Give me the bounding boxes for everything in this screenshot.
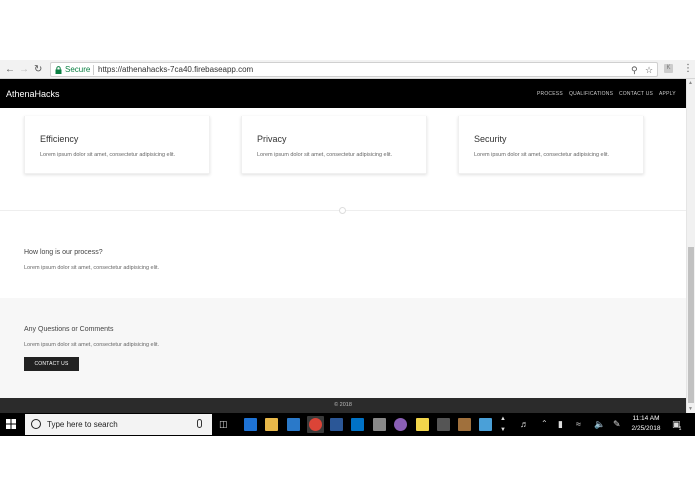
bookmark-star-icon[interactable]: ☆ bbox=[645, 64, 653, 76]
secure-label: Secure bbox=[65, 65, 91, 74]
lock-icon bbox=[55, 66, 62, 74]
cortana-icon bbox=[31, 419, 41, 429]
card-title: Privacy bbox=[257, 134, 287, 144]
card-title: Security bbox=[474, 134, 507, 144]
nav-qualifications[interactable]: QUALIFICATIONS bbox=[569, 91, 613, 98]
sticky-notes-icon[interactable] bbox=[416, 418, 429, 431]
feature-card-security: Security Lorem ipsum dolor sit amet, con… bbox=[458, 116, 644, 174]
word-icon[interactable] bbox=[330, 418, 343, 431]
windows-start-icon[interactable] bbox=[6, 419, 16, 429]
card-title: Efficiency bbox=[40, 134, 79, 144]
pen-icon[interactable]: ✎ bbox=[613, 418, 621, 430]
network-icon[interactable]: ≈ bbox=[576, 418, 581, 430]
forward-icon[interactable]: → bbox=[19, 63, 29, 76]
scroll-down-icon[interactable]: ▼ bbox=[688, 406, 693, 412]
site-navbar: AthenaHacks PROCESS QUALIFICATIONS CONTA… bbox=[0, 79, 686, 108]
window-app-icon[interactable] bbox=[437, 418, 450, 431]
extension-icon[interactable]: K bbox=[664, 64, 673, 73]
card-text: Lorem ipsum dolor sit amet, consectetur … bbox=[474, 152, 610, 158]
file-explorer-icon[interactable] bbox=[265, 418, 278, 431]
card-text: Lorem ipsum dolor sit amet, consectetur … bbox=[40, 152, 176, 158]
microphone-icon[interactable] bbox=[197, 419, 202, 428]
scroll-up-icon[interactable]: ▲ bbox=[688, 80, 693, 86]
url-text[interactable]: https://athenahacks-7ca40.firebaseapp.co… bbox=[98, 64, 253, 76]
questions-text: Lorem ipsum dolor sit amet, consectetur … bbox=[24, 342, 160, 348]
store-icon[interactable] bbox=[287, 418, 300, 431]
top-blank-area bbox=[0, 0, 695, 60]
nav-contact-us[interactable]: CONTACT US bbox=[619, 91, 653, 98]
outlook-icon[interactable] bbox=[351, 418, 364, 431]
page-viewport: AthenaHacks PROCESS QUALIFICATIONS CONTA… bbox=[0, 79, 686, 413]
feature-card-privacy: Privacy Lorem ipsum dolor sit amet, cons… bbox=[241, 116, 427, 174]
taskbar-search-box[interactable]: Type here to search bbox=[25, 414, 212, 435]
volume-icon[interactable]: 🔈 bbox=[594, 418, 605, 430]
tray-chevron-icon[interactable]: ⌃ bbox=[541, 418, 548, 430]
address-bar[interactable]: Secure https://athenahacks-7ca40.firebas… bbox=[50, 62, 658, 77]
process-text: Lorem ipsum dolor sit amet, consectetur … bbox=[24, 265, 160, 271]
card-text: Lorem ipsum dolor sit amet, consectetur … bbox=[257, 152, 393, 158]
footer-copyright: © 2018 bbox=[334, 402, 352, 408]
page-scrollbar[interactable]: ▲ ▼ bbox=[686, 79, 695, 413]
feature-card-efficiency: Efficiency Lorem ipsum dolor sit amet, c… bbox=[24, 116, 210, 174]
taskbar-search-placeholder: Type here to search bbox=[47, 420, 118, 429]
battery-icon[interactable]: ▮ bbox=[558, 418, 563, 430]
bottom-blank-area bbox=[0, 436, 695, 494]
browser-menu-icon[interactable]: ⋮ bbox=[683, 62, 693, 75]
clock-time[interactable]: 11:14 AM bbox=[626, 415, 666, 423]
windows-taskbar: Type here to search ◫ ▲ ▼ ♬ ⌃ ▮ ≈ 🔈 ✎ 11… bbox=[0, 413, 695, 436]
taskbar-scroll-down-icon[interactable]: ▼ bbox=[500, 424, 506, 436]
virtualbox-icon[interactable] bbox=[479, 418, 492, 431]
site-footer: © 2018 bbox=[0, 398, 686, 413]
nav-apply[interactable]: APPLY bbox=[659, 91, 676, 98]
task-view-icon[interactable]: ◫ bbox=[219, 418, 228, 430]
chrome-icon[interactable] bbox=[309, 418, 322, 431]
address-separator bbox=[93, 65, 94, 75]
nav-process[interactable]: PROCESS bbox=[537, 91, 563, 98]
browser-toolbar: ← → ↻ Secure https://athenahacks-7ca40.f… bbox=[0, 60, 695, 79]
back-icon[interactable]: ← bbox=[5, 63, 15, 76]
contact-us-button[interactable]: CONTACT US bbox=[24, 357, 79, 371]
reload-icon[interactable]: ↻ bbox=[34, 63, 42, 76]
photos-icon[interactable] bbox=[458, 418, 471, 431]
questions-title: Any Questions or Comments bbox=[24, 326, 114, 333]
divider-circle-icon bbox=[339, 207, 346, 214]
paint-icon[interactable] bbox=[373, 418, 386, 431]
process-title: How long is our process? bbox=[24, 249, 103, 256]
notification-count: 1 bbox=[678, 426, 682, 432]
people-icon[interactable]: ♬ bbox=[520, 418, 529, 430]
edge-icon[interactable] bbox=[244, 418, 257, 431]
app-icon[interactable] bbox=[394, 418, 407, 431]
scroll-thumb[interactable] bbox=[688, 247, 694, 403]
zoom-search-icon[interactable]: ⚲ bbox=[631, 64, 638, 76]
site-brand[interactable]: AthenaHacks bbox=[6, 88, 60, 100]
